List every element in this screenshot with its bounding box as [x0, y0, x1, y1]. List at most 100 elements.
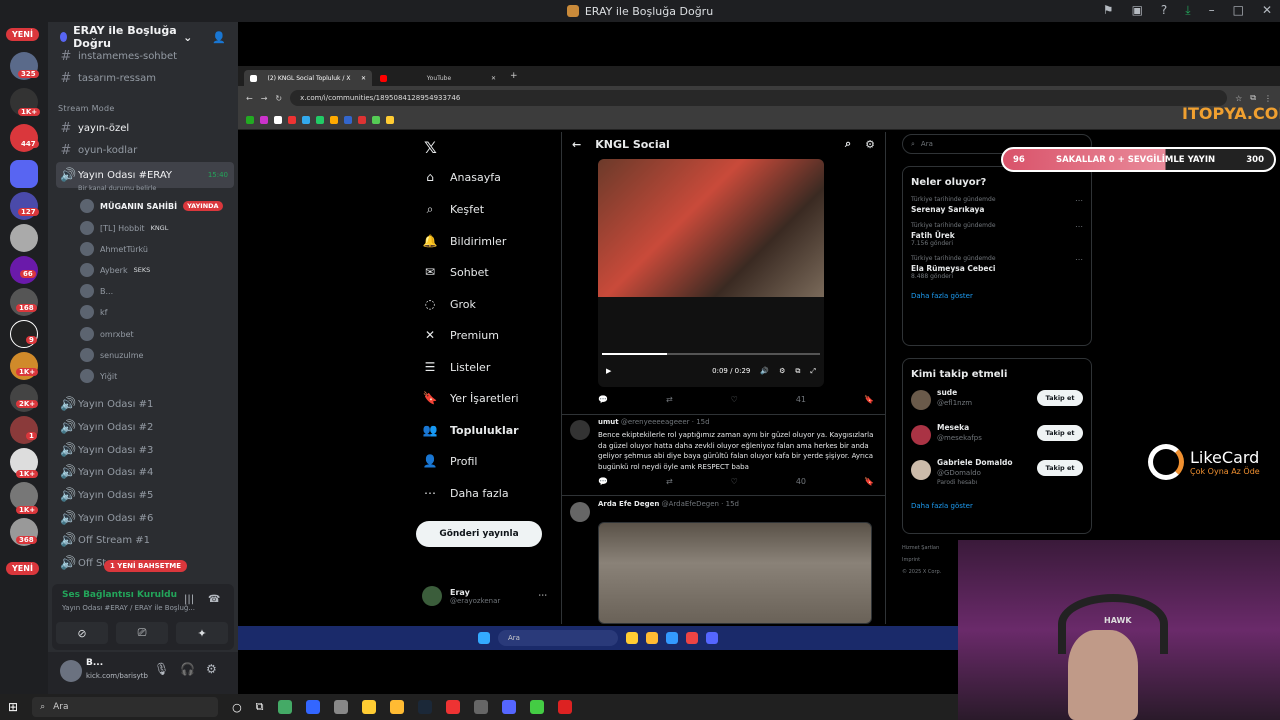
- maximize-button[interactable]: □: [1233, 3, 1244, 18]
- trend-item[interactable]: Türkiye tarihinde gündemde Ela Rümeysa Ce…: [903, 251, 1091, 284]
- task-view-icon[interactable]: ⧉: [256, 700, 264, 714]
- reply-icon[interactable]: 💬: [598, 477, 608, 486]
- follow-button[interactable]: Takip et: [1037, 425, 1083, 441]
- channel-item[interactable]: # tasarım-ressam: [56, 68, 234, 88]
- close-icon[interactable]: ✕: [361, 75, 366, 82]
- follow-item[interactable]: Gabriele Domaldo @GDomaldo Parodi hesabı Ta…: [903, 454, 1091, 494]
- gear-icon[interactable]: ⚙: [206, 662, 217, 676]
- voice-user[interactable]: MÜGANIN SAHİBİ YAYINDA: [80, 196, 223, 216]
- tweet-media[interactable]: [598, 522, 872, 624]
- voice-channel[interactable]: 🔊 Yayın Odası #2: [56, 417, 234, 437]
- views-count[interactable]: 41: [796, 395, 806, 404]
- nav-explore[interactable]: ⌕ Keşfet: [422, 202, 485, 217]
- app-icon[interactable]: [473, 700, 488, 714]
- voice-channel[interactable]: 🔊 Off Stream #1: [56, 530, 234, 550]
- notepad-icon[interactable]: [333, 700, 348, 714]
- avatar[interactable]: [570, 502, 590, 522]
- copilot-icon[interactable]: [305, 700, 320, 714]
- menu-icon[interactable]: ⋮: [1264, 94, 1272, 103]
- voice-user[interactable]: [TL] Hobbit KNGL: [80, 218, 168, 238]
- nav-notifications[interactable]: 🔔 Bildirimler: [422, 234, 507, 248]
- folder-icon[interactable]: [386, 115, 394, 124]
- disconnect-icon[interactable]: ☎: [208, 594, 220, 605]
- forward-icon[interactable]: →: [261, 94, 268, 103]
- more-icon[interactable]: ⋯: [1075, 196, 1083, 205]
- bookmark-icon[interactable]: [316, 115, 324, 124]
- bookmark-icon[interactable]: [274, 115, 282, 124]
- voice-channel[interactable]: 🔊 Yayın Odası #4: [56, 462, 234, 482]
- video-progress[interactable]: [602, 353, 820, 355]
- voice-user[interactable]: Yiğit: [80, 366, 117, 386]
- nav-communities[interactable]: 👥 Topluluklar: [422, 423, 519, 437]
- app-icon[interactable]: [557, 700, 572, 714]
- trend-item[interactable]: Türkiye tarihinde gündemde Serenay Sarıka…: [903, 192, 1091, 218]
- follow-button[interactable]: Takip et: [1037, 460, 1083, 476]
- bookmark-icon[interactable]: 🔖: [864, 395, 874, 404]
- settings-icon[interactable]: ⚙: [779, 367, 785, 375]
- avatar[interactable]: [60, 660, 82, 682]
- user-status[interactable]: kick.com/barisytb: [86, 672, 148, 680]
- reply-icon[interactable]: 💬: [598, 395, 608, 404]
- retweet-icon[interactable]: ⇄: [666, 395, 673, 404]
- channel-item[interactable]: # instamemes-sohbet: [56, 46, 234, 66]
- nav-grok[interactable]: ◌ Grok: [422, 297, 476, 311]
- new-pill-bottom[interactable]: YENİ: [6, 562, 39, 575]
- url-field[interactable]: x.com/i/communities/1895084128954933746: [290, 90, 1228, 106]
- x-logo-icon[interactable]: 𝕏: [424, 138, 437, 157]
- follow-item[interactable]: sude @efl1nzm Takip et: [903, 384, 1091, 419]
- like-icon[interactable]: ♡: [731, 477, 738, 486]
- tab-x[interactable]: (2) KNGL Social Topluluk / X ✕: [244, 70, 372, 86]
- tab-youtube[interactable]: YouTube ✕: [374, 70, 502, 86]
- play-icon[interactable]: ▶: [606, 367, 611, 375]
- app-icon[interactable]: [445, 700, 460, 714]
- show-more-link[interactable]: Daha fazla göster: [903, 284, 1091, 308]
- voice-user[interactable]: senuzulme: [80, 345, 143, 365]
- views-count[interactable]: 40: [796, 477, 806, 486]
- voice-channel[interactable]: 🔊 Yayın Odası #3: [56, 440, 234, 460]
- noise-icon[interactable]: |||: [184, 594, 194, 605]
- nav-premium[interactable]: ✕ Premium: [422, 328, 499, 342]
- voice-user[interactable]: kf: [80, 302, 107, 322]
- trend-item[interactable]: Türkiye tarihinde gündemde Fatih Ürek 7.15…: [903, 218, 1091, 251]
- new-pill-top[interactable]: YENİ: [6, 28, 39, 41]
- screen-share-button[interactable]: ⎚: [116, 622, 168, 644]
- help-icon[interactable]: ?: [1161, 3, 1167, 18]
- account-switcher[interactable]: Eray @erayozkenar ⋯: [422, 586, 547, 606]
- like-icon[interactable]: ♡: [731, 395, 738, 404]
- more-icon[interactable]: ⋯: [538, 591, 547, 601]
- new-mention-pill[interactable]: 1 YENİ BAHSETME: [104, 560, 188, 572]
- new-tab-icon[interactable]: +: [510, 71, 518, 81]
- voice-channel-path[interactable]: Yayın Odası #ERAY / ERAY ile Boşluğ...: [62, 604, 195, 612]
- bookmark-icon[interactable]: [288, 115, 296, 124]
- headphones-icon[interactable]: 🎧: [180, 662, 195, 676]
- cortana-icon[interactable]: ○: [232, 701, 242, 714]
- nav-more[interactable]: ⋯ Daha fazla: [422, 486, 509, 500]
- close-button[interactable]: ✕: [1262, 3, 1272, 18]
- voice-channel[interactable]: 🔊 Yayın Odası #5: [56, 485, 234, 505]
- nav-profile[interactable]: 👤 Profil: [422, 454, 478, 468]
- tweet-author[interactable]: Arda Efe Degen: [598, 500, 659, 508]
- reload-icon[interactable]: ↻: [275, 94, 282, 103]
- bookmark-icon[interactable]: [302, 115, 310, 124]
- channel-item[interactable]: # yayın-özel: [56, 118, 234, 138]
- tweet-author[interactable]: umut: [598, 418, 619, 426]
- voice-user[interactable]: Ayberk SEKS: [80, 260, 150, 280]
- app-icon[interactable]: [277, 700, 292, 714]
- user-name[interactable]: B...: [86, 658, 103, 668]
- bookmark-icon[interactable]: [330, 115, 338, 124]
- screen-icon[interactable]: ▣: [1132, 3, 1143, 18]
- server-icon[interactable]: [10, 160, 38, 188]
- gear-icon[interactable]: ⚙: [865, 138, 875, 151]
- start-icon[interactable]: ⊞: [8, 700, 18, 714]
- voice-user[interactable]: B...: [80, 281, 113, 301]
- voice-channel[interactable]: 🔊 Yayın Odası #1: [56, 394, 234, 414]
- folder-icon[interactable]: [389, 700, 404, 714]
- mic-icon[interactable]: 🎙: [154, 662, 169, 676]
- minimize-button[interactable]: –: [1209, 3, 1215, 18]
- taskbar-search[interactable]: ⌕ Ara: [32, 697, 219, 717]
- follow-button[interactable]: Takip et: [1037, 390, 1083, 406]
- fullscreen-icon[interactable]: ⤢: [810, 367, 816, 376]
- more-icon[interactable]: ⋯: [1075, 222, 1083, 231]
- follow-item[interactable]: Meseka @mesekafps Takip et: [903, 419, 1091, 454]
- close-icon[interactable]: ✕: [491, 75, 496, 82]
